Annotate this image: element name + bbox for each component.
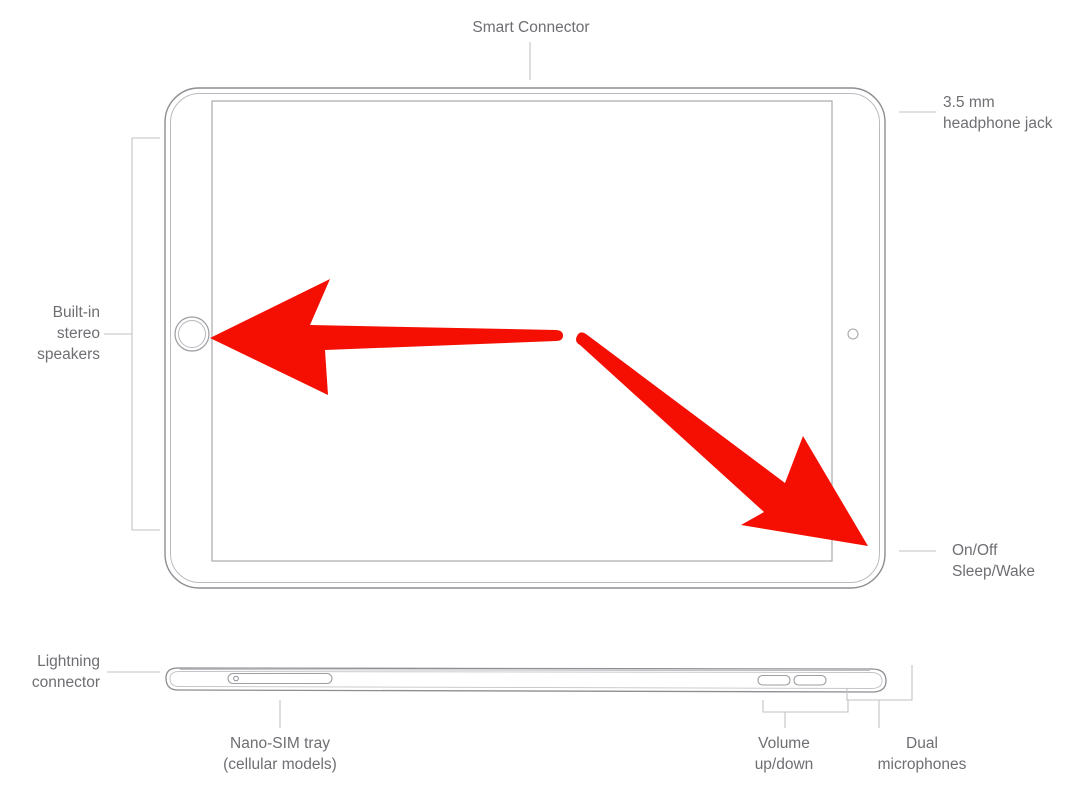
bracket-stereo-speakers [131, 137, 160, 531]
volume-down-button[interactable] [793, 674, 827, 686]
callout-nano-sim-tray: Nano-SIM tray (cellular models) [223, 735, 337, 773]
front-camera-icon [847, 328, 859, 340]
callout-onoff-sleepwake: On/Off Sleep/Wake [952, 542, 1035, 580]
ipad-diagram-svg [104, 42, 936, 728]
sim-eject-pinhole-icon [233, 675, 239, 682]
home-button-inner[interactable] [178, 320, 206, 348]
bracket-volume [762, 700, 849, 713]
nano-sim-tray[interactable] [227, 672, 333, 685]
callout-lightning-connector: Lightning connector [31, 653, 100, 691]
callout-volume-up-down: Volume up/down [754, 735, 814, 773]
diagram-canvas: Smart Connector 3.5 mm headphone jack Bu… [0, 0, 1080, 796]
ipad-side-view [165, 667, 887, 693]
volume-up-button[interactable] [757, 674, 791, 686]
callout-stereo-speakers: Built-in stereo speakers [37, 304, 100, 363]
callout-headphone-jack: 3.5 mm headphone jack [943, 94, 1053, 132]
callout-smart-connector: Smart Connector [472, 19, 590, 36]
callout-dual-microphones: Dual microphones [877, 735, 967, 773]
